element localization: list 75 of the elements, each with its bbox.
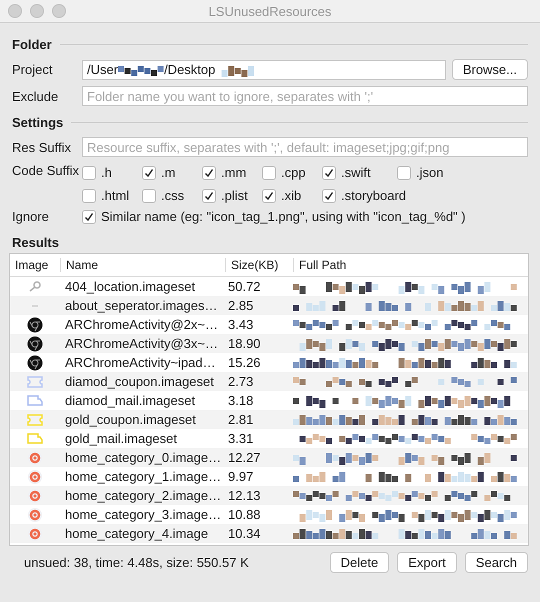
checkbox-label: .cpp bbox=[281, 165, 306, 180]
checkbox[interactable] bbox=[397, 166, 411, 180]
close-button[interactable] bbox=[8, 4, 22, 18]
checkbox[interactable] bbox=[202, 166, 216, 180]
table-cell-text: ARChromeActivity@3x~… bbox=[64, 336, 219, 351]
checkbox[interactable] bbox=[262, 166, 276, 180]
table-cell-text: home_category_3.image… bbox=[64, 507, 222, 522]
checkbox[interactable] bbox=[82, 210, 96, 224]
checkbox[interactable] bbox=[142, 188, 156, 202]
checkbox-label: .h bbox=[101, 165, 112, 180]
column-header[interactable]: Name bbox=[60, 258, 225, 272]
checkbox[interactable] bbox=[142, 166, 156, 180]
table-cell-text: about_seperator.images… bbox=[64, 298, 218, 313]
minimize-button[interactable] bbox=[30, 4, 44, 18]
checkbox[interactable] bbox=[322, 166, 336, 180]
table-cell-text: home_category_0.image… bbox=[64, 450, 222, 465]
table-cell-text: 9.97 bbox=[227, 469, 254, 484]
column-header[interactable]: Size(KB) bbox=[225, 258, 293, 272]
browse-button[interactable]: Browse... bbox=[452, 59, 528, 80]
checkbox-label: .plist bbox=[221, 188, 248, 203]
table-cell-text: diamod_mail.imageset bbox=[64, 393, 196, 408]
checkbox-label: .mm bbox=[221, 165, 246, 180]
table-cell-text: 404_location.imageset bbox=[64, 279, 196, 294]
exclude-field[interactable]: Folder name you want to ignore, separates with ';' bbox=[82, 86, 528, 106]
section-heading: Settings bbox=[12, 115, 64, 130]
window-title: LSUnusedResources bbox=[208, 4, 332, 18]
project-field[interactable]: /User /Desktop bbox=[82, 60, 446, 80]
table-cell-text: 10.88 bbox=[227, 507, 262, 522]
table-cell-text: 3.18 bbox=[227, 393, 254, 408]
table-cell-text: home_category_2.image… bbox=[64, 488, 222, 503]
table-cell-text: 3.43 bbox=[227, 317, 254, 332]
zoom-button[interactable] bbox=[52, 4, 66, 18]
table-cell-text: 15.26 bbox=[227, 355, 262, 370]
checkbox-label: .xib bbox=[281, 188, 302, 203]
table-cell-text: 12.13 bbox=[227, 488, 262, 503]
checkbox[interactable] bbox=[82, 188, 96, 202]
table-cell-text: diamod_coupon.imageset bbox=[64, 374, 215, 389]
checkbox-label: Similar name (eg: "icon_tag_1.png", using with "icon_tag_%d" ) bbox=[101, 209, 466, 224]
checkbox-label: .json bbox=[416, 165, 444, 180]
table-cell-text: gold_mail.imageset bbox=[64, 431, 178, 446]
checkbox-label: .html bbox=[101, 188, 130, 203]
table-cell-text: 2.81 bbox=[227, 412, 254, 427]
checkbox-label: .storyboard bbox=[341, 188, 406, 203]
field-label: Res Suffix bbox=[12, 140, 72, 154]
table-cell-text: 10.34 bbox=[227, 526, 262, 541]
table-cell-text: ARChromeActivity@2x~… bbox=[64, 317, 219, 332]
status-text: unsued: 38, time: 4.48s, size: 550.57 K bbox=[23, 555, 250, 570]
field-label: Ignore bbox=[12, 209, 50, 224]
checkbox[interactable] bbox=[202, 188, 216, 202]
table-cell-text: 2.85 bbox=[227, 298, 254, 313]
checkbox[interactable] bbox=[82, 166, 96, 180]
checkbox-label: .m bbox=[161, 165, 176, 180]
checkbox[interactable] bbox=[322, 188, 336, 202]
field-label: Exclude bbox=[12, 88, 60, 104]
table-cell-text: 2.73 bbox=[227, 374, 254, 389]
action-button[interactable]: Delete bbox=[330, 552, 390, 573]
table-cell-text: 3.31 bbox=[227, 431, 254, 446]
table-cell-text: home_category_4.image bbox=[64, 526, 210, 541]
table-cell-text: ARChromeActivity~ipad… bbox=[64, 355, 217, 370]
table-cell-text: 50.72 bbox=[227, 279, 262, 294]
table-cell-text: home_category_1.image… bbox=[64, 469, 222, 484]
table-cell-text: 12.27 bbox=[227, 450, 262, 465]
section-heading: Results bbox=[12, 235, 60, 250]
section-heading: Folder bbox=[12, 37, 52, 52]
field-label: Project bbox=[12, 62, 54, 77]
checkbox[interactable] bbox=[262, 188, 276, 202]
column-header[interactable]: Full Path bbox=[293, 258, 528, 272]
checkbox-label: .css bbox=[161, 188, 184, 203]
table-cell-text: gold_coupon.imageset bbox=[64, 412, 197, 427]
action-button[interactable]: Search bbox=[464, 552, 528, 573]
action-button[interactable]: Export bbox=[397, 552, 457, 573]
table-cell-text: 18.90 bbox=[227, 336, 262, 351]
column-header[interactable]: Image bbox=[10, 258, 60, 272]
res-suffix-field[interactable]: Resource suffix, separates with ';', default: imageset;jpg;gif;png bbox=[82, 137, 528, 157]
checkbox-label: .swift bbox=[341, 165, 371, 180]
